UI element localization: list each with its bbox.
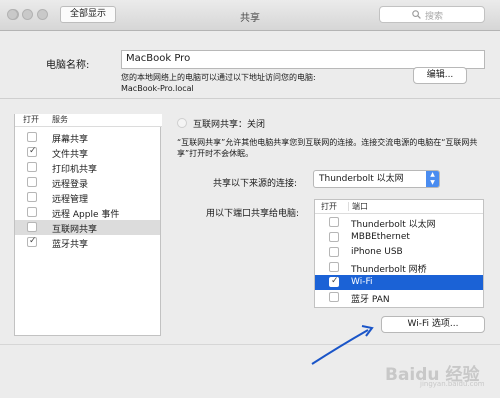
- port-label: 蓝牙 PAN: [351, 295, 390, 305]
- table-row[interactable]: 蓝牙 PAN: [315, 290, 483, 305]
- table-row[interactable]: Thunderbolt 网桥: [315, 260, 483, 275]
- service-checkbox[interactable]: [27, 146, 37, 157]
- ports-header-port: 端口: [352, 202, 368, 211]
- list-item[interactable]: 蓝牙共享: [15, 235, 160, 250]
- port-checkbox[interactable]: [329, 247, 339, 257]
- service-checkbox[interactable]: [27, 222, 37, 232]
- computer-name-label: 电脑名称:: [46, 60, 90, 71]
- list-item[interactable]: 远程管理: [15, 190, 160, 205]
- ports-table: 打开 端口 Thunderbolt 以太网 MBBEthernet iPhone U…: [314, 199, 484, 308]
- port-label: Thunderbolt 网桥: [351, 265, 427, 275]
- list-item[interactable]: 互联网共享: [15, 220, 160, 235]
- zoom-window-button[interactable]: [37, 9, 48, 20]
- window-title: 共享: [240, 13, 260, 24]
- port-label: iPhone USB: [351, 247, 403, 257]
- list-item[interactable]: 远程登录: [15, 175, 160, 190]
- annotation-arrow-icon: [311, 325, 374, 365]
- local-address: MacBook-Pro.local: [121, 84, 194, 93]
- minimize-window-button[interactable]: [22, 9, 33, 20]
- port-checkbox[interactable]: [329, 217, 339, 227]
- ports-table-header: 打开 端口: [315, 200, 483, 214]
- port-label: MBBEthernet: [351, 232, 410, 242]
- services-list: 打开 服务 屏幕共享文件共享打印机共享远程登录远程管理远程 Apple 事件互联…: [14, 114, 162, 336]
- header-service: 服务: [52, 115, 68, 124]
- service-label: 蓝牙共享: [52, 240, 89, 250]
- address-description-text: 您的本地网络上的电脑可以通过以下地址访问您的电脑:: [121, 73, 316, 82]
- service-label: 远程管理: [52, 195, 89, 205]
- port-checkbox[interactable]: [329, 232, 339, 242]
- edit-button[interactable]: 编辑...: [413, 67, 467, 84]
- services-list-header: 打开 服务: [15, 114, 162, 127]
- port-checkbox[interactable]: [329, 292, 339, 302]
- port-label: Wi-Fi: [351, 277, 373, 287]
- service-checkbox[interactable]: [27, 162, 37, 172]
- list-item[interactable]: 文件共享: [15, 145, 160, 160]
- service-label: 远程登录: [52, 180, 89, 190]
- service-label: 文件共享: [52, 150, 89, 160]
- sharing-description: “互联网共享”允许其他电脑共享您到互联网的连接。连接交流电源的电脑在“互联网共享…: [177, 138, 478, 158]
- service-label: 远程 Apple 事件: [52, 210, 120, 220]
- chevron-updown-icon: ▲ ▼: [426, 171, 439, 187]
- wifi-options-button[interactable]: Wi-Fi 选项...: [381, 316, 485, 333]
- computer-address-description: 您的本地网络上的电脑可以通过以下地址访问您的电脑: MacBook-Pro.lo…: [121, 72, 316, 94]
- header-on: 打开: [23, 115, 39, 124]
- service-label: 互联网共享: [52, 225, 98, 235]
- show-all-label: 全部显示: [69, 9, 106, 19]
- ports-header-on: 打开: [321, 202, 337, 211]
- port-label: Thunderbolt 以太网: [351, 220, 436, 230]
- search-placeholder: 搜索: [425, 12, 444, 22]
- share-to-label: 用以下端口共享给电脑:: [206, 209, 300, 219]
- search-icon: [412, 10, 421, 19]
- search-field[interactable]: 搜索: [379, 6, 485, 23]
- section-divider: [0, 98, 500, 99]
- share-from-label: 共享以下来源的连接:: [213, 179, 298, 189]
- service-checkbox[interactable]: [27, 236, 37, 247]
- port-checkbox[interactable]: [329, 262, 339, 272]
- bottom-divider: [0, 344, 500, 345]
- service-checkbox[interactable]: [27, 132, 37, 142]
- status-indicator-icon: [177, 118, 187, 128]
- table-row[interactable]: MBBEthernet: [315, 230, 483, 245]
- share-from-value: Thunderbolt 以太网: [319, 174, 404, 184]
- table-row[interactable]: Thunderbolt 以太网: [315, 215, 483, 230]
- list-item[interactable]: 远程 Apple 事件: [15, 205, 160, 220]
- list-item[interactable]: 屏幕共享: [15, 130, 160, 145]
- service-label: 屏幕共享: [52, 135, 89, 145]
- service-checkbox[interactable]: [27, 207, 37, 217]
- service-label: 打印机共享: [52, 165, 98, 175]
- table-row[interactable]: iPhone USB: [315, 245, 483, 260]
- service-checkbox[interactable]: [27, 192, 37, 202]
- share-from-select[interactable]: Thunderbolt 以太网 ▲ ▼: [313, 170, 440, 188]
- close-window-button[interactable]: [7, 9, 18, 20]
- list-item[interactable]: 打印机共享: [15, 160, 160, 175]
- table-row[interactable]: Wi-Fi: [315, 275, 483, 290]
- watermark-url: jingyan.baidu.com: [420, 380, 485, 388]
- show-all-button[interactable]: 全部显示: [60, 6, 116, 23]
- sharing-status: 互联网共享：关闭: [193, 120, 266, 130]
- port-checkbox[interactable]: [329, 276, 339, 287]
- service-checkbox[interactable]: [27, 177, 37, 187]
